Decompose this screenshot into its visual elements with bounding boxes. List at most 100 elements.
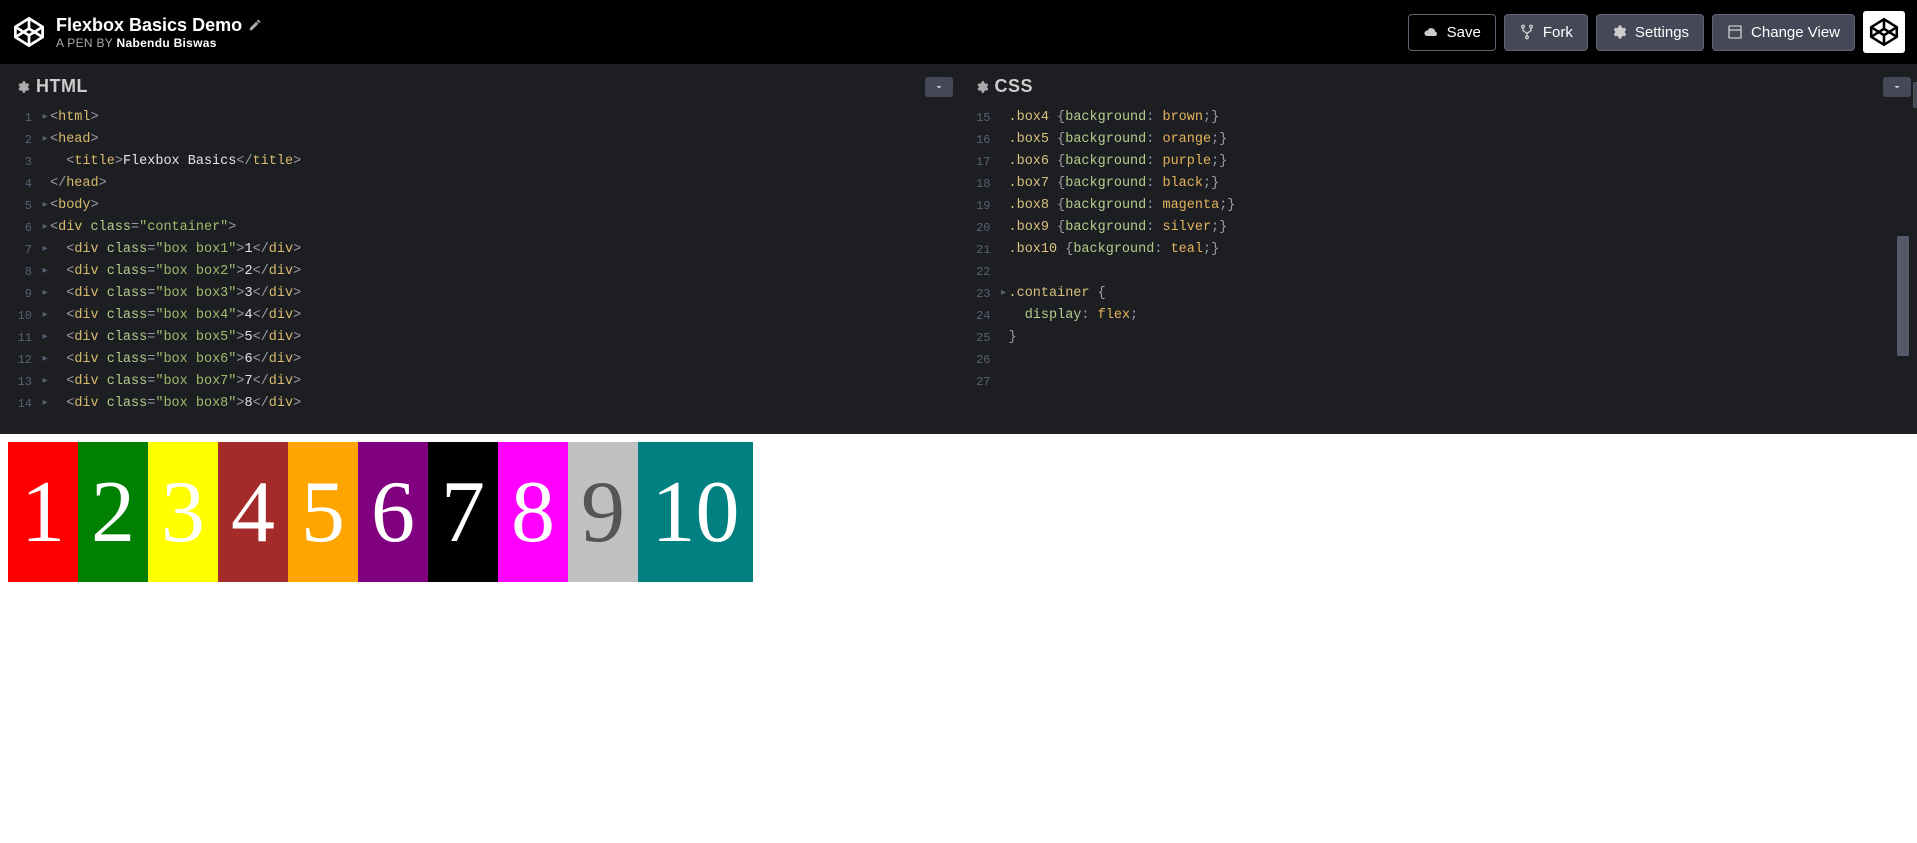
code-content[interactable]: <div class="box box6">6</div> xyxy=(50,349,301,371)
code-line[interactable]: 25} xyxy=(965,327,1912,349)
line-number: 10 xyxy=(6,305,40,327)
code-line[interactable]: 23▸.container { xyxy=(965,283,1912,305)
fold-gutter-icon xyxy=(40,173,50,195)
code-line[interactable]: 2▸<head> xyxy=(6,129,953,151)
fold-gutter-icon[interactable]: ▸ xyxy=(40,261,50,283)
fold-gutter-icon[interactable]: ▸ xyxy=(40,305,50,327)
code-line[interactable]: 18 .box7 {background: black;} xyxy=(965,173,1912,195)
fold-gutter-icon[interactable]: ▸ xyxy=(40,393,50,415)
settings-button[interactable]: Settings xyxy=(1596,14,1704,51)
code-line[interactable]: 20.box9 {background: silver;} xyxy=(965,217,1912,239)
code-line[interactable]: 5▸<body> xyxy=(6,195,953,217)
code-line[interactable]: 13▸ <div class="box box7">7</div> xyxy=(6,371,953,393)
fold-gutter-icon[interactable]: ▸ xyxy=(40,195,50,217)
fold-gutter-icon[interactable]: ▸ xyxy=(40,283,50,305)
code-line[interactable]: 4</head> xyxy=(6,173,953,195)
panel-css-gear-icon[interactable] xyxy=(975,80,989,94)
code-line[interactable]: 14▸ <div class="box box8">8</div> xyxy=(6,393,953,415)
line-number: 6 xyxy=(6,217,40,239)
code-content[interactable]: .box9 {background: silver;} xyxy=(1009,217,1228,239)
preview-box: 10 xyxy=(638,442,753,582)
fold-gutter-icon[interactable]: ▸ xyxy=(40,217,50,239)
code-line[interactable]: 12▸ <div class="box box6">6</div> xyxy=(6,349,953,371)
css-scrollbar[interactable] xyxy=(1897,110,1909,424)
code-content[interactable]: .box6 {background: purple;} xyxy=(1009,151,1228,173)
line-number: 18 xyxy=(965,173,999,195)
code-content[interactable]: .box10 {background: teal;} xyxy=(1009,239,1220,261)
code-content[interactable]: display: flex; xyxy=(1009,305,1139,327)
user-avatar[interactable] xyxy=(1863,11,1905,53)
code-line[interactable]: 8▸ <div class="box box2">2</div> xyxy=(6,261,953,283)
code-line[interactable]: 16 .box5 {background: orange;} xyxy=(965,129,1912,151)
code-line[interactable]: 6▸<div class="container"> xyxy=(6,217,953,239)
author-link[interactable]: Nabendu Biswas xyxy=(117,36,217,50)
line-number: 11 xyxy=(6,327,40,349)
panel-js-tab[interactable]: JS xyxy=(1913,82,1917,108)
code-content[interactable]: .container { xyxy=(1009,283,1106,305)
pen-title[interactable]: Flexbox Basics Demo xyxy=(56,15,242,36)
panel-css-collapse-icon[interactable] xyxy=(1883,77,1911,97)
code-content[interactable]: <html> xyxy=(50,107,99,129)
code-line[interactable]: 27 xyxy=(965,371,1912,393)
code-line[interactable]: 21.box10 {background: teal;} xyxy=(965,239,1912,261)
fork-button[interactable]: Fork xyxy=(1504,14,1588,51)
fold-gutter-icon[interactable]: ▸ xyxy=(40,349,50,371)
panel-css-title: CSS xyxy=(995,76,1034,97)
code-content[interactable]: <title>Flexbox Basics</title> xyxy=(50,151,301,173)
code-line[interactable]: 3 <title>Flexbox Basics</title> xyxy=(6,151,953,173)
line-number: 16 xyxy=(965,129,999,151)
code-content[interactable]: <div class="container"> xyxy=(50,217,236,239)
codepen-logo-icon[interactable] xyxy=(12,15,46,49)
code-content[interactable]: <div class="box box1">1</div> xyxy=(50,239,301,261)
code-line[interactable]: 9▸ <div class="box box3">3</div> xyxy=(6,283,953,305)
fold-gutter-icon[interactable]: ▸ xyxy=(999,283,1009,305)
change-view-button[interactable]: Change View xyxy=(1712,14,1855,51)
code-content[interactable]: <head> xyxy=(50,129,99,151)
code-content[interactable]: .box8 {background: magenta;} xyxy=(1009,195,1236,217)
fold-gutter-icon[interactable]: ▸ xyxy=(40,327,50,349)
preview-box: 3 xyxy=(148,442,218,582)
code-content[interactable]: .box7 {background: black;} xyxy=(1009,173,1220,195)
fold-gutter-icon xyxy=(999,305,1009,327)
header-left: Flexbox Basics Demo A PEN BY Nabendu Bis… xyxy=(12,15,262,50)
gear-icon xyxy=(1611,24,1627,40)
fold-gutter-icon xyxy=(999,327,1009,349)
code-content[interactable]: <div class="box box5">5</div> xyxy=(50,327,301,349)
code-line[interactable]: 11▸ <div class="box box5">5</div> xyxy=(6,327,953,349)
code-line[interactable]: 24 display: flex; xyxy=(965,305,1912,327)
panel-html-gear-icon[interactable] xyxy=(16,80,30,94)
code-content[interactable]: } xyxy=(1009,327,1017,349)
fold-gutter-icon[interactable]: ▸ xyxy=(40,371,50,393)
fold-gutter-icon[interactable]: ▸ xyxy=(40,239,50,261)
panel-html-collapse-icon[interactable] xyxy=(925,77,953,97)
panel-html-title: HTML xyxy=(36,76,88,97)
code-content[interactable]: <div class="box box8">8</div> xyxy=(50,393,301,415)
code-content[interactable]: </head> xyxy=(50,173,107,195)
code-line[interactable]: 15.box4 {background: brown;} xyxy=(965,107,1912,129)
line-number: 23 xyxy=(965,283,999,305)
code-content[interactable]: <div class="box box7">7</div> xyxy=(50,371,301,393)
code-line[interactable]: 22 xyxy=(965,261,1912,283)
code-content[interactable]: <div class="box box2">2</div> xyxy=(50,261,301,283)
code-line[interactable]: 7▸ <div class="box box1">1</div> xyxy=(6,239,953,261)
code-line[interactable]: 10▸ <div class="box box4">4</div> xyxy=(6,305,953,327)
preview-box: 5 xyxy=(288,442,358,582)
code-line[interactable]: 19.box8 {background: magenta;} xyxy=(965,195,1912,217)
line-number: 13 xyxy=(6,371,40,393)
fold-gutter-icon[interactable]: ▸ xyxy=(40,129,50,151)
code-content[interactable]: .box5 {background: orange;} xyxy=(1009,129,1228,151)
code-line[interactable]: 17.box6 {background: purple;} xyxy=(965,151,1912,173)
code-content[interactable]: <div class="box box3">3</div> xyxy=(50,283,301,305)
save-button[interactable]: Save xyxy=(1408,14,1496,51)
edit-title-icon[interactable] xyxy=(248,18,262,32)
fold-gutter-icon xyxy=(999,261,1009,283)
code-content[interactable]: <div class="box box4">4</div> xyxy=(50,305,301,327)
fold-gutter-icon xyxy=(999,107,1009,129)
code-content[interactable]: .box4 {background: brown;} xyxy=(1009,107,1220,129)
code-line[interactable]: 1▸<html> xyxy=(6,107,953,129)
fold-gutter-icon[interactable]: ▸ xyxy=(40,107,50,129)
css-editor[interactable]: 15.box4 {background: brown;}16 .box5 {bac… xyxy=(965,103,1912,428)
html-editor[interactable]: 1▸<html>2▸<head>3 <title>Flexbox Basics<… xyxy=(6,103,953,428)
code-line[interactable]: 26 xyxy=(965,349,1912,371)
code-content[interactable]: <body> xyxy=(50,195,99,217)
